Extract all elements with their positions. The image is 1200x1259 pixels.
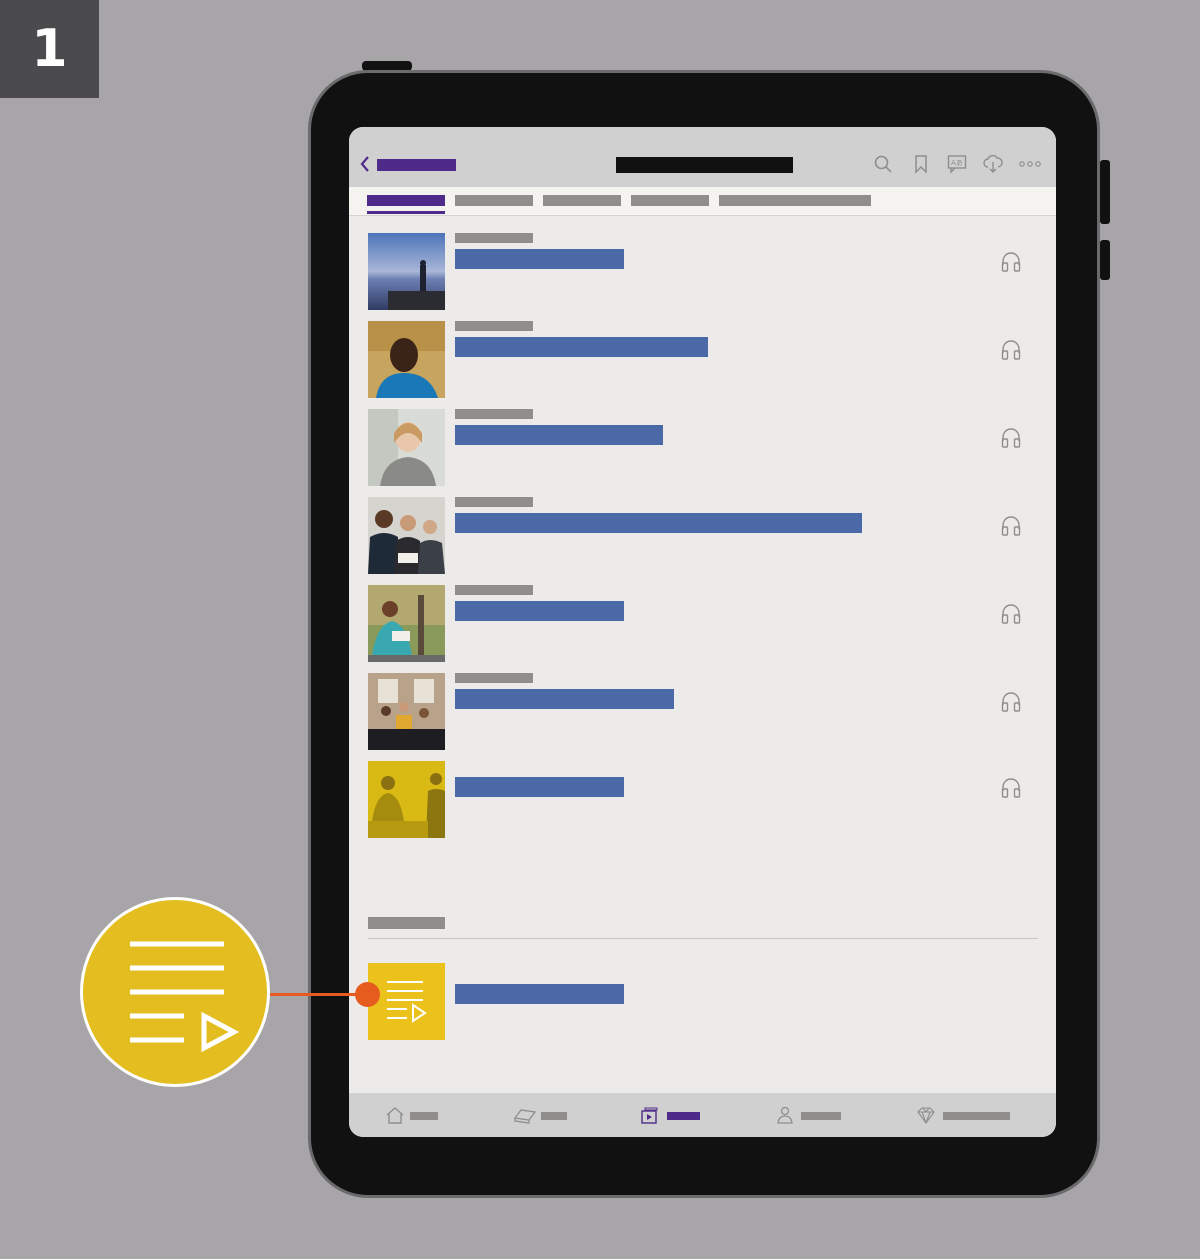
search-icon[interactable] [873,154,893,174]
tab-1[interactable] [367,195,445,206]
tab-5[interactable] [719,195,871,206]
headphones-icon[interactable] [1000,251,1022,273]
headphones-icon[interactable] [1000,777,1022,799]
nav-home-label-placeholder [410,1112,438,1120]
tab-bar [349,187,1056,216]
headphones-icon[interactable] [1000,339,1022,361]
bottom-navigation [349,1093,1056,1137]
callout-connector-line [270,993,358,996]
bookmark-icon[interactable] [911,154,931,174]
nav-meetings-label-placeholder [801,1112,841,1120]
item-title-placeholder[interactable] [455,601,624,621]
nav-media-label-placeholder [667,1112,700,1120]
item-meta-placeholder [455,321,533,331]
item-title-placeholder[interactable] [455,689,674,709]
playlist-callout [80,897,270,1087]
list-item[interactable] [349,585,1056,663]
item-title-placeholder[interactable] [455,249,624,269]
more-icon[interactable] [1018,154,1042,174]
playlist-thumbnail [368,963,445,1040]
download-icon[interactable] [983,154,1003,174]
nav-meetings[interactable] [775,1093,845,1137]
svg-text:Aあ: Aあ [951,159,963,167]
home-icon [386,1107,404,1124]
person-on-rocks-at-sea-image [368,233,445,310]
woman-reading-image [368,409,445,486]
nav-personal-study[interactable] [916,1093,1016,1137]
playlist-title-placeholder[interactable] [455,984,624,1004]
tab-3[interactable] [543,195,621,206]
headphones-icon[interactable] [1000,603,1022,625]
list-item[interactable] [349,761,1056,839]
personal-study-icon [917,1107,935,1124]
step-number-badge: 1 [0,0,99,98]
item-title-placeholder[interactable] [455,337,708,357]
playlist-icon [387,981,427,1023]
page-title-placeholder [616,157,793,173]
headphones-icon[interactable] [1000,691,1022,713]
step-number: 1 [31,19,68,79]
tab-2[interactable] [455,195,533,206]
section-heading-placeholder [368,917,445,929]
item-title-placeholder[interactable] [455,513,862,533]
list-item[interactable] [349,233,1056,311]
nav-personal-study-label-placeholder [943,1112,1010,1120]
tablet-volume-button-2 [1100,240,1110,280]
active-tab-indicator [367,211,445,214]
item-meta-placeholder [455,585,533,595]
headphones-icon[interactable] [1000,427,1022,449]
playlist-item[interactable] [349,963,1056,1041]
list-item[interactable] [349,673,1056,751]
back-icon[interactable] [359,154,371,174]
section-divider [368,938,1038,939]
tab-4[interactable] [631,195,709,206]
nav-media[interactable] [640,1093,710,1137]
back-label-placeholder[interactable] [377,159,456,171]
list-item[interactable] [349,409,1056,487]
item-meta-placeholder [455,673,533,683]
nav-home[interactable] [385,1093,445,1137]
meetings-icon [777,1106,793,1124]
group-reading-image [368,497,445,574]
headphones-icon[interactable] [1000,515,1022,537]
item-title-placeholder[interactable] [455,777,624,797]
nav-bible[interactable] [513,1093,573,1137]
playlist-icon [130,941,240,1052]
yellow-tinted-people-image [368,761,445,838]
top-toolbar: Aあ [349,127,1056,187]
media-icon [641,1107,658,1124]
list-item[interactable] [349,321,1056,399]
item-meta-placeholder [455,497,533,507]
woman-studying-outdoors-image [368,585,445,662]
tablet-volume-button [1100,160,1110,224]
smiling-man-portrait-image [368,321,445,398]
callout-pointer-dot [355,982,380,1007]
item-meta-placeholder [455,409,533,419]
nav-bible-label-placeholder [541,1112,567,1120]
item-title-placeholder[interactable] [455,425,663,445]
list-item[interactable] [349,497,1056,575]
item-meta-placeholder [455,233,533,243]
language-icon[interactable]: Aあ [947,154,967,174]
classroom-image [368,673,445,750]
tablet-screen: Aあ [349,127,1056,1137]
bible-icon [513,1109,537,1124]
